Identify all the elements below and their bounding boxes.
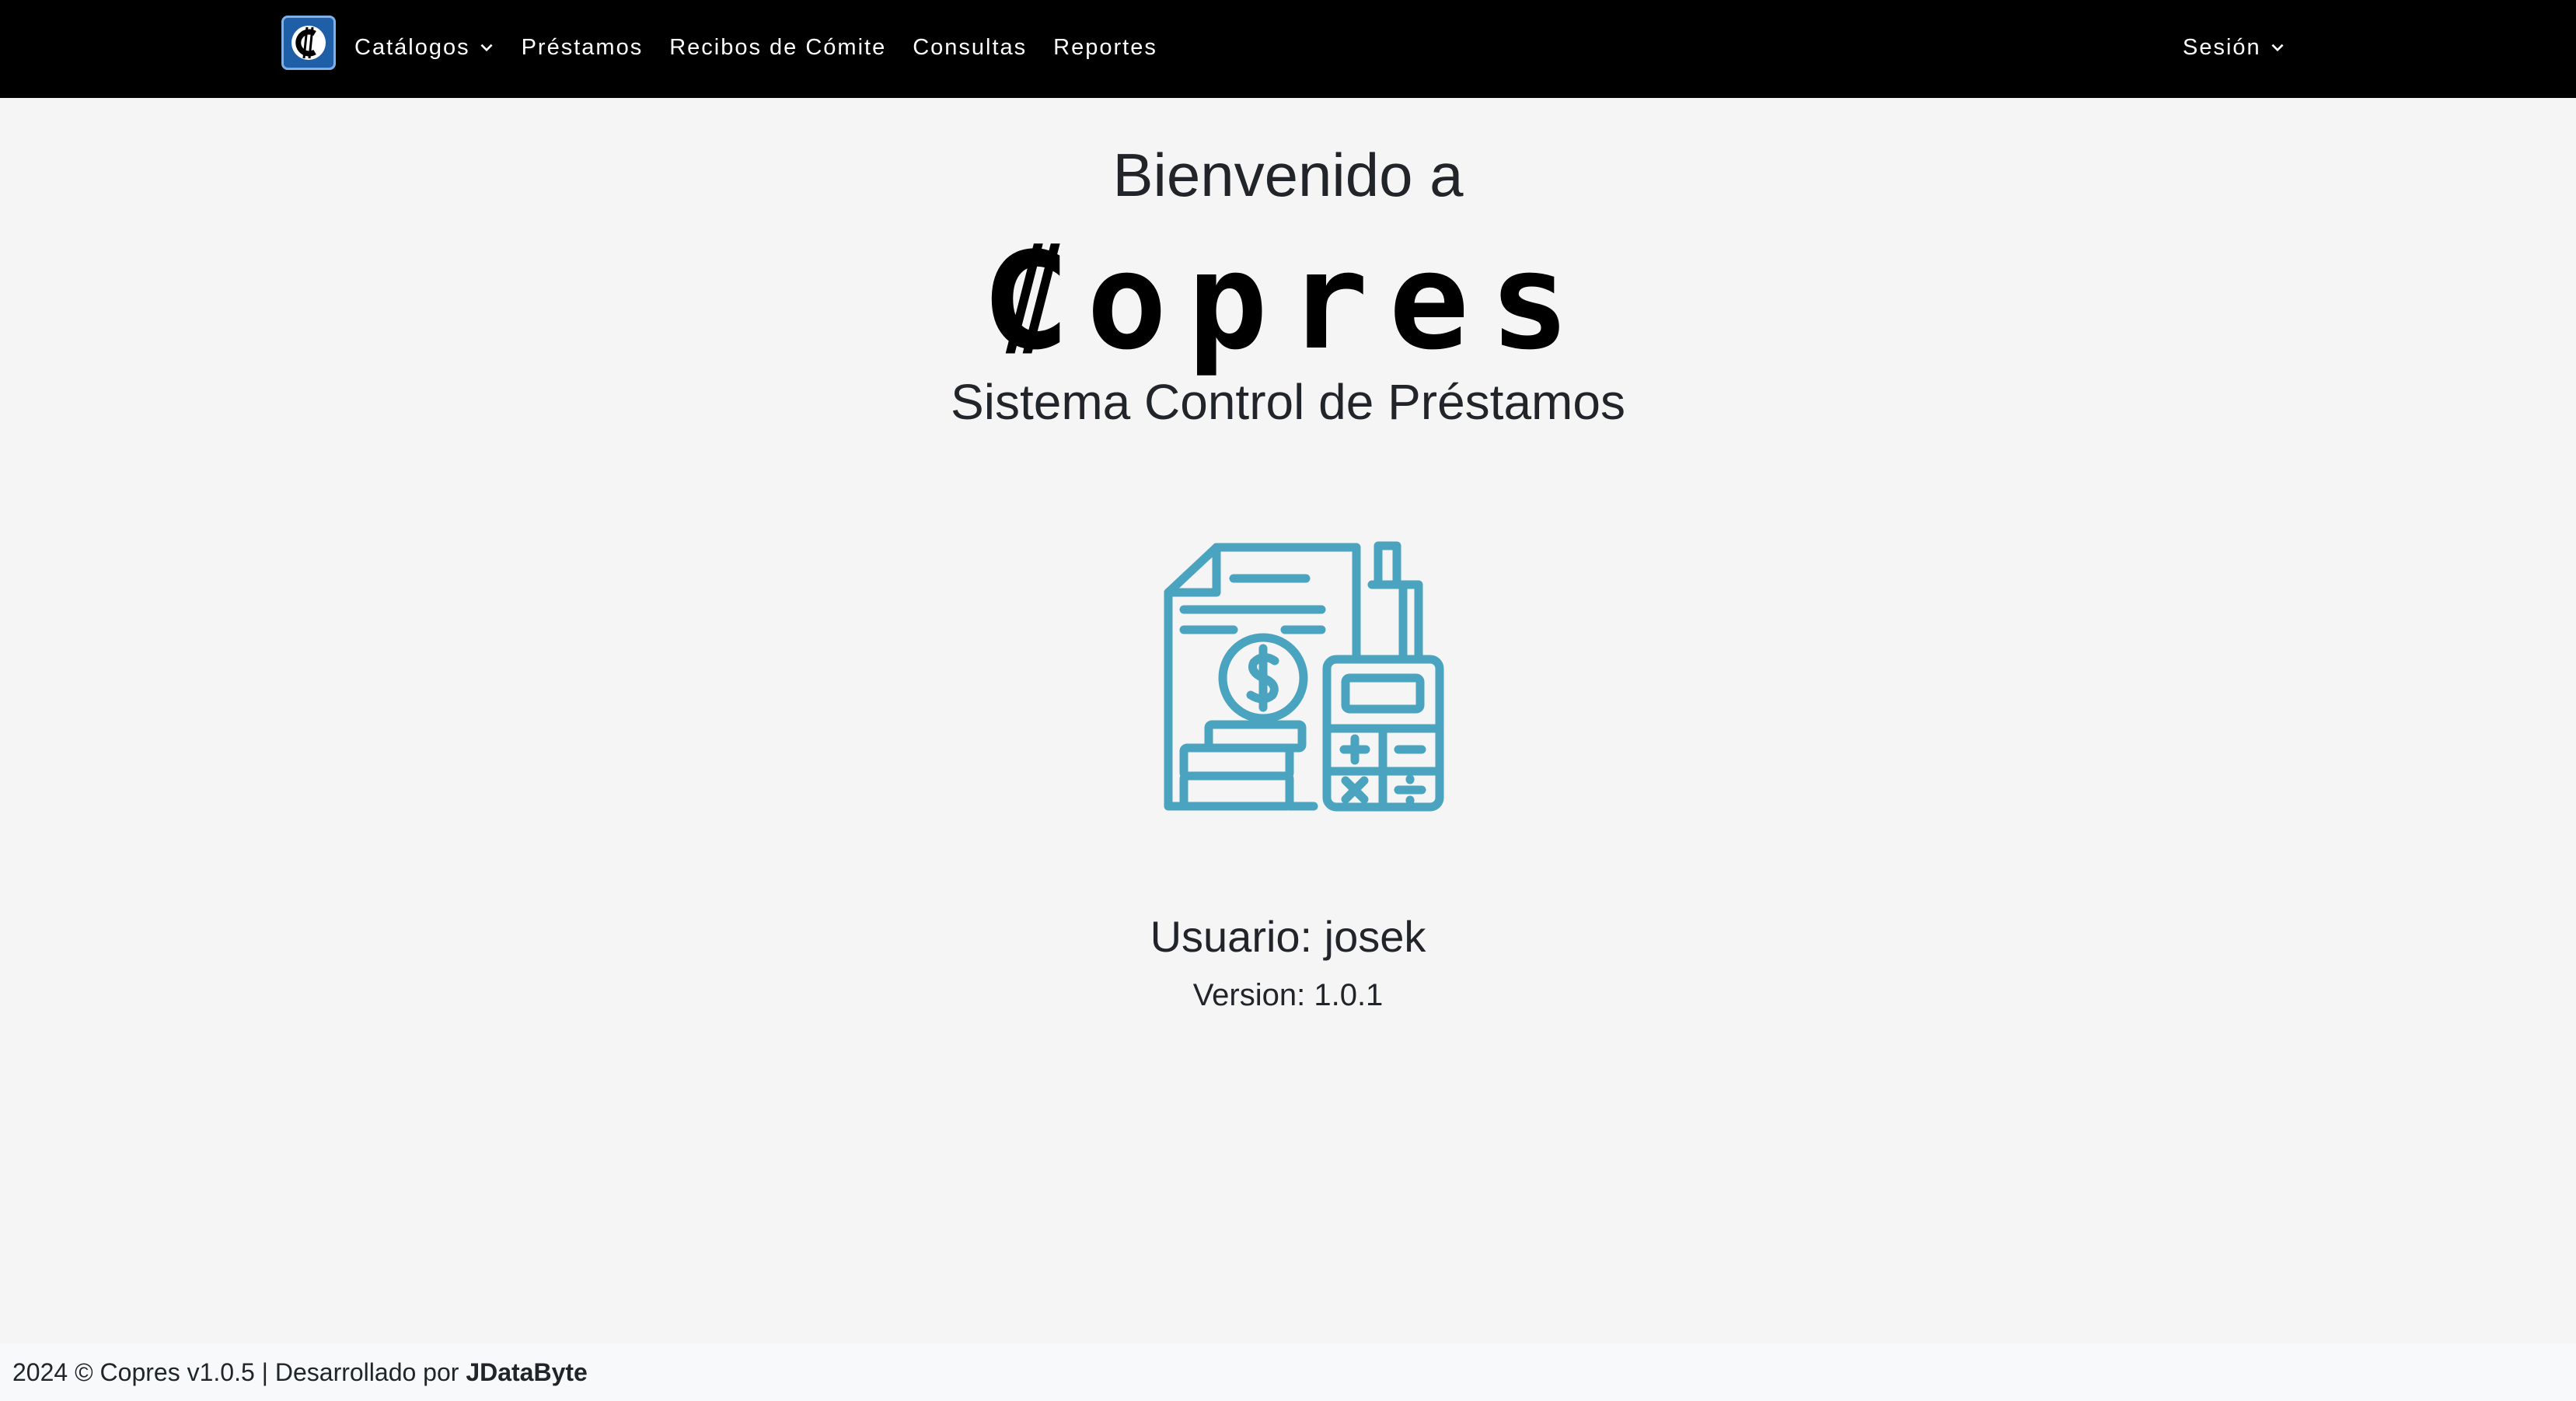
- nav-reportes[interactable]: Reportes: [1053, 35, 1157, 61]
- footer-developer: JDataByte: [466, 1357, 588, 1386]
- nav-prestamos[interactable]: Préstamos: [522, 35, 644, 61]
- nav-reportes-label: Reportes: [1053, 34, 1157, 60]
- top-navbar: Catálogos Préstamos Recibos de Cómite Co…: [0, 0, 2576, 98]
- copres-logo-icon[interactable]: [281, 16, 336, 70]
- welcome-heading: Bienvenido a: [1112, 141, 1464, 209]
- version-info: Version: 1.0.1: [1192, 978, 1384, 1012]
- nav-recibos-comite[interactable]: Recibos de Cómite: [669, 35, 886, 61]
- chevron-down-icon: [2269, 39, 2286, 56]
- nav-catalogos-dropdown[interactable]: Catálogos: [354, 35, 495, 61]
- user-info: Usuario: josek: [1150, 912, 1426, 961]
- session-label: Sesión: [2183, 34, 2261, 60]
- nav-prestamos-label: Préstamos: [521, 34, 644, 60]
- footer: 2024 © Copres v1.0.5 | Desarrollado por …: [0, 1343, 2576, 1401]
- loan-accounting-icon: [1162, 538, 1446, 822]
- chevron-down-icon: [478, 39, 495, 56]
- nav-consultas-label: Consultas: [913, 34, 1028, 60]
- main-nav: Catálogos Préstamos Recibos de Cómite Co…: [354, 0, 1157, 95]
- brand-title: ₡opres: [986, 223, 1590, 379]
- app-subtitle: Sistema Control de Préstamos: [951, 374, 1625, 430]
- nav-catalogos-label: Catálogos: [354, 34, 470, 60]
- nav-recibos-comite-label: Recibos de Cómite: [669, 34, 887, 60]
- nav-consultas[interactable]: Consultas: [913, 35, 1027, 61]
- footer-copyright: 2024 © Copres v1.0.5 | Desarrollado por: [12, 1357, 459, 1386]
- session-dropdown[interactable]: Sesión: [2183, 0, 2286, 95]
